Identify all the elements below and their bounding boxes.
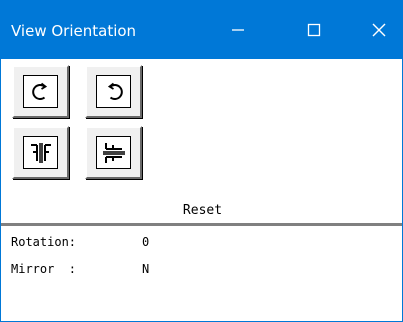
mirror-vertical-icon — [96, 136, 131, 169]
close-icon — [372, 23, 386, 37]
mirror-vertical-button[interactable] — [85, 126, 142, 179]
mirror-horizontal-button[interactable] — [12, 126, 69, 179]
minimize-button[interactable] — [215, 1, 261, 59]
maximize-icon — [307, 23, 321, 37]
view-orientation-window: View Orientation Reset Rotation: 0 Mirro… — [0, 0, 403, 322]
mirror-value: N — [142, 262, 150, 276]
client-area: Reset Rotation: 0 Mirror : N — [1, 59, 402, 321]
rotation-value: 0 — [142, 235, 150, 249]
close-button[interactable] — [356, 1, 402, 59]
title-bar[interactable]: View Orientation — [1, 1, 402, 59]
maximize-button[interactable] — [291, 1, 337, 59]
rotate-right-button[interactable] — [85, 65, 142, 118]
divider — [1, 223, 402, 227]
mirror-label: Mirror : — [11, 262, 77, 276]
window-title: View Orientation — [11, 22, 137, 40]
rotate-left-button[interactable] — [12, 65, 69, 118]
minimize-icon — [232, 29, 244, 31]
rotation-label: Rotation: — [11, 235, 77, 249]
rotate-left-icon — [23, 75, 58, 108]
reset-button[interactable]: Reset — [1, 199, 402, 223]
mirror-horizontal-icon — [23, 136, 58, 169]
rotate-right-icon — [96, 75, 131, 108]
